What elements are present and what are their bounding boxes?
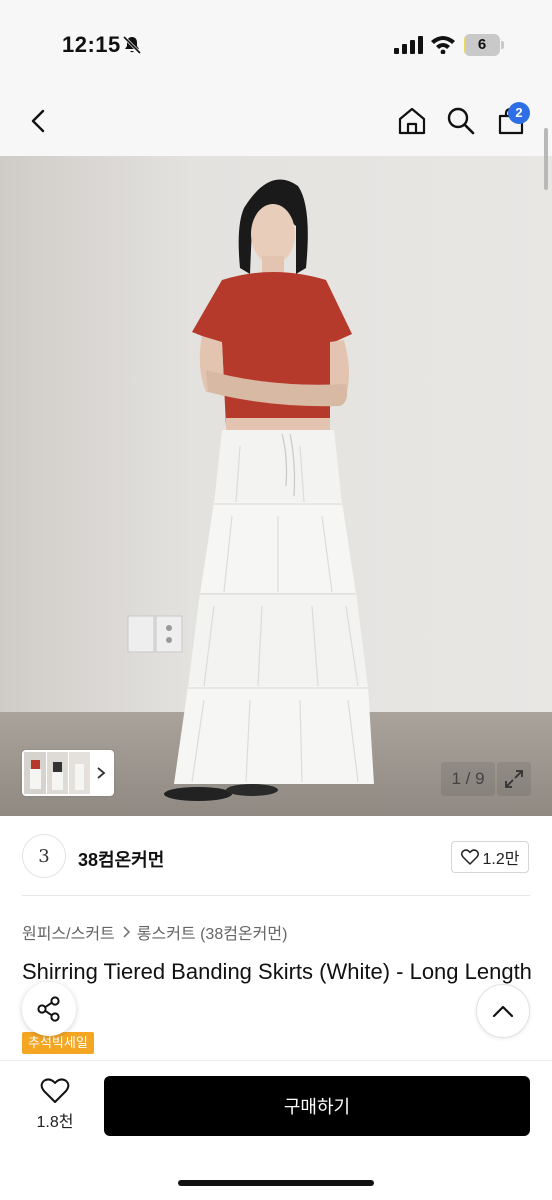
wishlist-count: 1.8천 (36, 1114, 74, 1131)
home-indicator (178, 1180, 374, 1186)
back-button[interactable] (22, 104, 56, 138)
brand-name[interactable]: 38컴온커먼 (78, 846, 164, 872)
share-button[interactable] (22, 982, 76, 1036)
brand-logo-mark: 3 (38, 845, 50, 867)
expand-image-button[interactable] (497, 762, 531, 796)
search-button[interactable] (444, 104, 478, 138)
scroll-to-top-button[interactable] (476, 984, 530, 1038)
scroll-indicator[interactable] (544, 128, 548, 190)
brand-logo[interactable]: 3 (22, 834, 66, 878)
bell-off-icon (122, 35, 142, 55)
wishlist-button[interactable]: 1.8천 (28, 1078, 82, 1136)
brand-like-count: 1.2만 (482, 851, 520, 868)
product-photo (0, 156, 552, 816)
chevron-up-icon (492, 1005, 514, 1018)
battery-level: 6 (477, 36, 487, 53)
signal-icon (394, 36, 423, 54)
thumbnail-strip[interactable] (22, 750, 114, 796)
wifi-icon (431, 36, 455, 54)
status-time: 12:15 (62, 32, 121, 57)
chevron-right-icon (123, 926, 130, 938)
battery-cap (501, 41, 504, 49)
product-title: Shirring Tiered Banding Skirts (White) -… (22, 959, 532, 984)
home-button[interactable] (395, 104, 429, 138)
product-image[interactable] (0, 156, 552, 816)
expand-icon (505, 770, 523, 788)
battery-body: 6 (464, 34, 500, 56)
heart-icon (40, 1078, 70, 1103)
cart-count-badge: 2 (508, 102, 530, 124)
search-icon (447, 107, 475, 135)
status-bar: 12:15 6 (0, 0, 552, 90)
buy-button[interactable]: 구매하기 (104, 1076, 530, 1136)
share-icon (37, 996, 60, 1022)
divider (22, 895, 530, 896)
sale-badge: 추석빅세일 (22, 1032, 94, 1054)
home-icon (398, 107, 426, 135)
app-header (0, 90, 552, 156)
image-page-counter: 1 / 9 (441, 762, 495, 796)
thumbnail-images (24, 752, 112, 794)
breadcrumb: 원피스/스커트 롱스커트 (38컴온커먼) (22, 920, 287, 944)
breadcrumb-subcategory[interactable]: 롱스커트 (38컴온커먼) (137, 920, 288, 944)
heart-icon (460, 849, 479, 865)
brand-like-button[interactable]: 1.2만 (451, 841, 529, 873)
battery-icon: 6 (464, 34, 504, 56)
back-arrow-icon (31, 109, 45, 133)
breadcrumb-category[interactable]: 원피스/스커트 (22, 920, 115, 944)
